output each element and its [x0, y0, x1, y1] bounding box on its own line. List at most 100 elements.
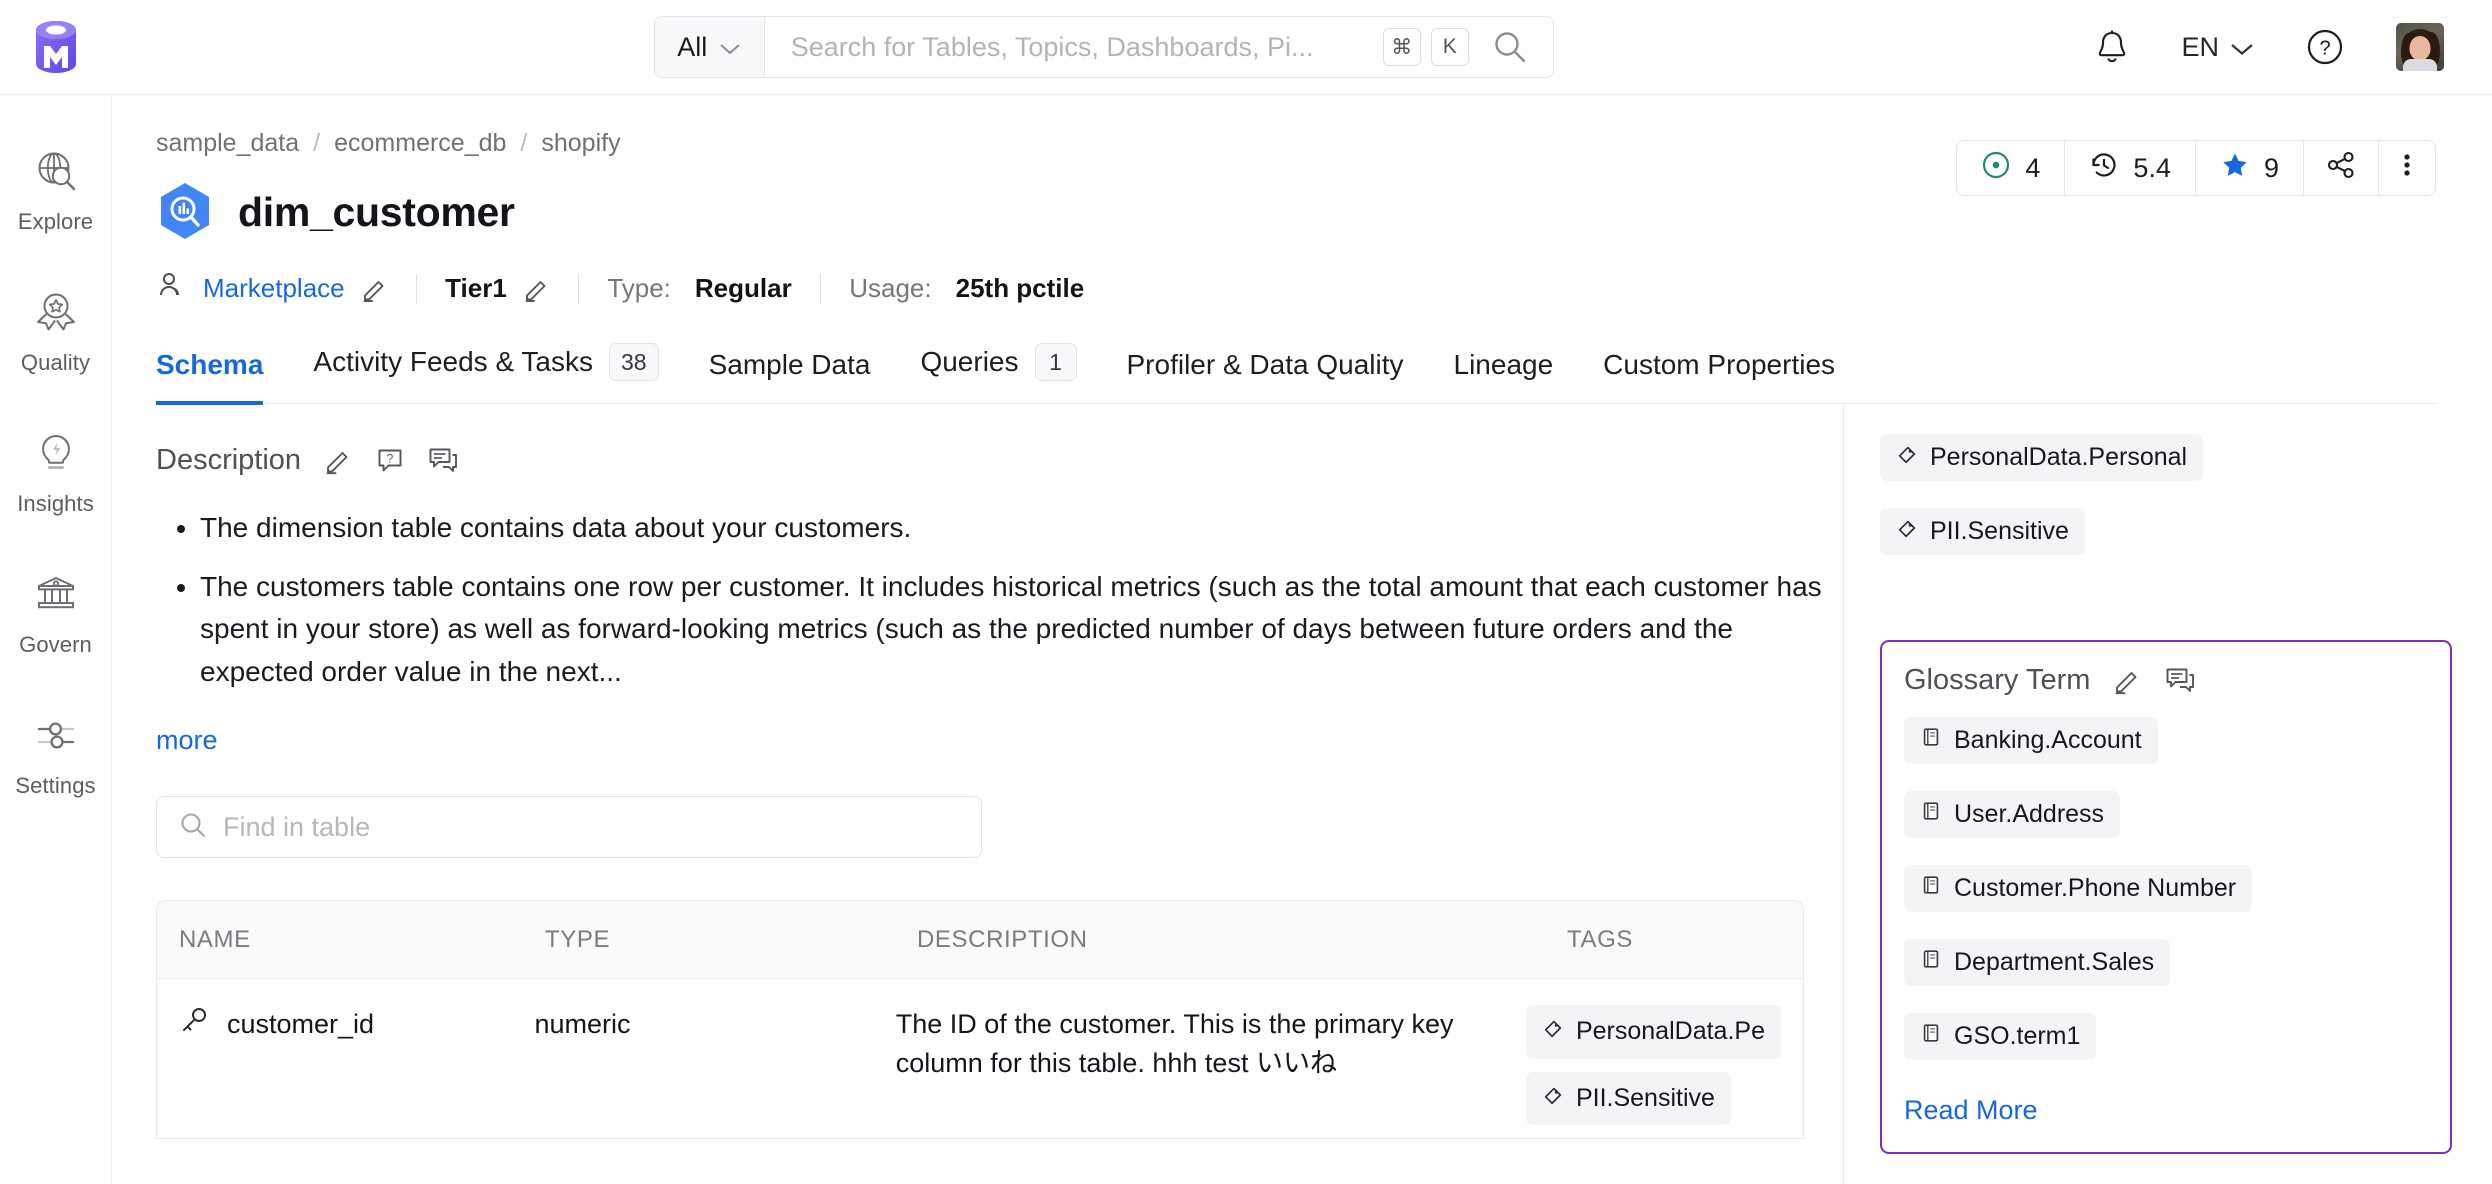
table-header-row: NAME TYPE DESCRIPTION TAGS [157, 901, 1803, 980]
type-value: Regular [694, 273, 792, 303]
sidebar-item-settings[interactable]: Settings [0, 713, 111, 799]
find-in-table-input[interactable] [223, 811, 959, 843]
tier-label: Tier1 [445, 273, 507, 303]
edit-glossary-pencil-icon[interactable] [2112, 666, 2142, 696]
glossary-term-chip[interactable]: Banking.Account [1904, 717, 2158, 764]
request-description-icon[interactable]: ? [375, 446, 405, 476]
tag-chip[interactable]: PersonalData.Personal [1880, 434, 2204, 481]
search-icon[interactable] [1479, 30, 1553, 64]
tag-chip-label: PersonalData.Pe [1575, 1017, 1765, 1046]
share-button[interactable] [2304, 141, 2379, 195]
kbd-command-icon: ⌘ [1382, 28, 1421, 66]
tab-label: Custom Properties [1603, 349, 1836, 380]
tab-profiler-data-quality[interactable]: Profiler & Data Quality [1127, 349, 1404, 405]
glossary-term-label: User.Address [1954, 800, 2105, 828]
bell-icon[interactable] [2095, 29, 2129, 65]
tab-sample-data[interactable]: Sample Data [709, 349, 871, 405]
avatar-decoration [2403, 59, 2437, 71]
entity-actions: 4 5.4 9 [1956, 140, 2436, 196]
comment-icon[interactable] [2164, 666, 2196, 696]
glossary-book-icon [1920, 948, 1942, 977]
language-label: EN [2181, 31, 2219, 62]
owner-link[interactable]: Marketplace [203, 273, 345, 304]
edit-tier-pencil-icon[interactable] [522, 275, 550, 303]
openmetadata-logo[interactable] [28, 16, 84, 78]
glossary-term-header: Glossary Term [1904, 664, 2196, 697]
glossary-term-chip[interactable]: Department.Sales [1904, 939, 2171, 986]
primary-key-icon [179, 1005, 209, 1045]
glossary-term-label: Customer.Phone Number [1954, 874, 2237, 902]
column-header-name[interactable]: NAME [157, 926, 523, 954]
edit-description-pencil-icon[interactable] [323, 446, 353, 476]
schema-columns-table: NAME TYPE DESCRIPTION TAGS customer_id n… [156, 900, 1804, 1140]
search-scope-dropdown[interactable]: All [654, 17, 765, 77]
header-actions: EN ? [2095, 23, 2492, 71]
user-avatar[interactable] [2396, 23, 2444, 71]
tab-schema[interactable]: Schema [156, 349, 264, 405]
usage-field: Usage: 25th pctile [849, 273, 1084, 304]
tab-label: Profiler & Data Quality [1126, 349, 1404, 380]
tab-label: Queries [920, 346, 1019, 377]
glossary-read-more-link[interactable]: Read More [1904, 1095, 2038, 1126]
insights-bulb-icon [34, 431, 78, 480]
sidebar-item-insights[interactable]: Insights [0, 431, 111, 517]
more-menu-button[interactable] [2379, 141, 2435, 195]
sidebar-item-label: Settings [15, 773, 96, 798]
description-more-link[interactable]: more [156, 725, 218, 756]
sidebar-item-quality[interactable]: Quality [0, 290, 111, 376]
glossary-term-panel: Glossary Term Banking.Account User.Addre… [1880, 640, 2452, 1154]
entity-meta-row: Marketplace Tier1 Type: Regular Usage: 2… [156, 270, 2436, 307]
language-selector[interactable]: EN [2181, 32, 2254, 63]
tab-content: Description ? • The dimension table cont… [112, 404, 2492, 1184]
app-logo-container[interactable] [0, 16, 112, 78]
glossary-book-icon [1920, 726, 1942, 755]
top-header-bar: All ⌘ K EN [0, 0, 2492, 94]
help-circle-icon[interactable]: ? [2306, 28, 2344, 66]
explore-globe-icon [34, 149, 78, 198]
svg-text:?: ? [387, 451, 394, 465]
tag-chip-label: PII.Sensitive [1930, 517, 2069, 545]
glossary-term-chip[interactable]: GSO.term1 [1904, 1013, 2097, 1060]
team-people-icon [156, 270, 188, 307]
breadcrumb-item-schema[interactable]: shopify [541, 129, 620, 158]
sidebar-item-explore[interactable]: Explore [0, 149, 111, 235]
kbd-k-key: K [1430, 28, 1469, 66]
column-header-tags[interactable]: TAGS [1545, 926, 1803, 954]
tag-chip[interactable]: PII.Sensitive [1525, 1071, 1731, 1126]
sidebar-item-label: Insights [17, 491, 94, 516]
tab-count-badge: 1 [1034, 343, 1077, 381]
column-header-description[interactable]: DESCRIPTION [895, 926, 1545, 954]
tab-custom-properties[interactable]: Custom Properties [1603, 349, 1835, 405]
tab-queries[interactable]: Queries 1 [920, 343, 1077, 405]
sidebar-item-govern[interactable]: Govern [0, 572, 111, 658]
tag-chip[interactable]: PersonalData.Pe [1525, 1005, 1781, 1059]
votes-up-value: 4 [2025, 152, 2041, 183]
comment-icon[interactable] [427, 446, 459, 476]
glossary-term-chip[interactable]: Customer.Phone Number [1904, 865, 2253, 912]
glossary-term-chip[interactable]: User.Address [1904, 791, 2121, 838]
tier-field: Tier1 [445, 273, 550, 304]
edit-owner-pencil-icon[interactable] [360, 275, 388, 303]
tab-activity-feeds-tasks[interactable]: Activity Feeds & Tasks 38 [313, 343, 659, 405]
search-input[interactable] [764, 17, 1383, 77]
global-search-box[interactable]: All ⌘ K [653, 16, 1554, 78]
meta-divider [415, 273, 418, 304]
followers-button[interactable]: 9 [2196, 141, 2304, 195]
entity-tabs: Schema Activity Feeds & Tasks 38 Sample … [156, 341, 2436, 405]
votes-up-button[interactable]: 4 [1957, 141, 2066, 195]
breadcrumb-item-database[interactable]: ecommerce_db [334, 129, 506, 158]
tab-lineage[interactable]: Lineage [1454, 349, 1554, 405]
breadcrumb-item-service[interactable]: sample_data [156, 129, 299, 158]
schema-left-column: Description ? • The dimension table cont… [112, 404, 1844, 1184]
govern-bank-icon [34, 572, 78, 621]
find-in-table-box[interactable] [156, 796, 982, 859]
kebab-menu-icon [2401, 150, 2413, 187]
tag-chip[interactable]: PII.Sensitive [1880, 508, 2085, 555]
table-row[interactable]: customer_id numeric The ID of the custom… [157, 979, 1803, 1138]
column-header-type[interactable]: TYPE [523, 926, 895, 954]
glossary-book-icon [1920, 800, 1942, 829]
version-button[interactable]: 5.4 [2065, 141, 2196, 195]
svg-text:?: ? [2319, 38, 2330, 60]
glossary-term-label: Department.Sales [1954, 948, 2155, 976]
star-icon [2220, 150, 2250, 187]
